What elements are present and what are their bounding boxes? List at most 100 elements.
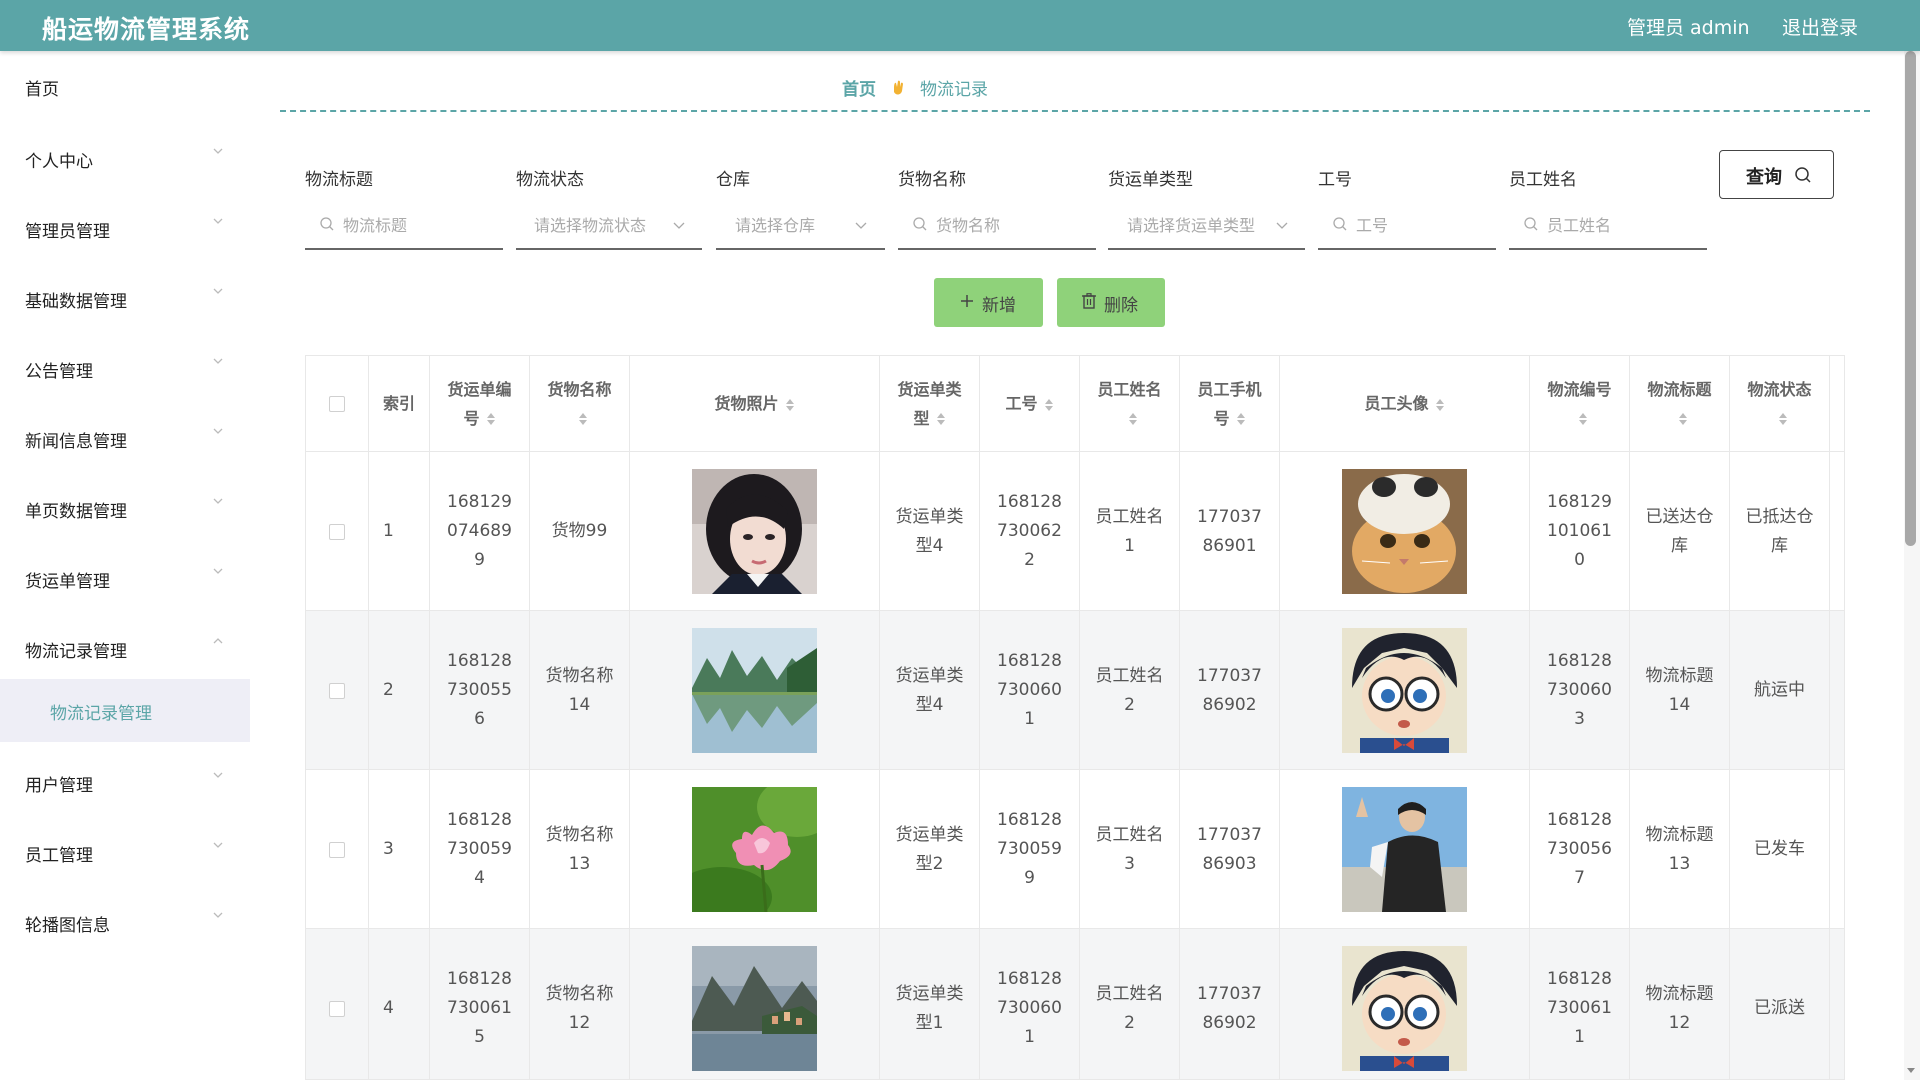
phone-cell: 17703786902 [1180, 929, 1280, 1079]
sidebar-item-notices[interactable]: 公告管理 [0, 347, 250, 387]
header-order-no[interactable]: 货运单编号 [430, 356, 530, 452]
logistics-no-cell: 1681287300611 [1530, 929, 1630, 1079]
header-logistics-no[interactable]: 物流编号 [1530, 356, 1630, 452]
emp-name-search-input[interactable]: 员工姓名 [1509, 208, 1707, 250]
sidebar-item-basic-data[interactable]: 基础数据管理 [0, 277, 250, 317]
delete-button[interactable]: 删除 [1057, 278, 1165, 327]
sort-icon [1678, 413, 1687, 425]
search-icon [1524, 217, 1538, 231]
chevron-down-icon [213, 218, 223, 224]
filter-label-emp-name: 员工姓名 [1509, 170, 1577, 190]
query-button[interactable]: 查询 [1719, 150, 1834, 199]
header-title[interactable]: 物流标题 [1630, 356, 1730, 452]
emp-name-placeholder: 员工姓名 [1547, 216, 1612, 235]
sidebar-item-single-page[interactable]: 单页数据管理 [0, 487, 250, 527]
title-cell: 物流标题12 [1630, 929, 1730, 1079]
portrait-photo-image[interactable] [692, 469, 817, 594]
order-type-select[interactable]: 请选择货运单类型 [1108, 208, 1305, 250]
table-row: 1 1681290746899 货物99 货运单类型4 168128730062… [306, 452, 1844, 611]
cat-avatar-image[interactable] [1342, 469, 1467, 594]
warehouse-select[interactable]: 请选择仓库 [716, 208, 885, 250]
index-cell: 4 [369, 929, 430, 1079]
sidebar-item-label: 公告管理 [25, 362, 93, 382]
header-avatar[interactable]: 员工头像 [1280, 356, 1530, 452]
chevron-down-icon [213, 148, 223, 154]
scroll-down-arrow-icon[interactable] [1906, 1065, 1916, 1075]
sort-icon [936, 413, 945, 425]
header-goods[interactable]: 货物名称 [530, 356, 630, 452]
header-order-type[interactable]: 货运单类型 [880, 356, 980, 452]
row-checkbox[interactable] [329, 1000, 345, 1017]
select-all-checkbox[interactable] [329, 395, 345, 412]
table-row: 4 1681287300615 货物名称12 货运单类型1 1681287300… [306, 929, 1844, 1079]
row-select-cell [306, 929, 369, 1079]
header-status[interactable]: 物流状态 [1730, 356, 1830, 452]
cartoon-avatar-image[interactable] [1342, 946, 1467, 1071]
title-search-input[interactable]: 物流标题 [305, 208, 503, 250]
sidebar-item-label: 轮播图信息 [25, 916, 110, 936]
chevron-up-icon [213, 638, 223, 644]
filter-label-order-type: 货运单类型 [1108, 170, 1193, 190]
emp-name-cell: 员工姓名1 [1080, 452, 1180, 611]
sort-icon [1128, 413, 1137, 425]
title-cell: 物流标题13 [1630, 770, 1730, 929]
chevron-down-icon [213, 498, 223, 504]
header-emp-name[interactable]: 员工姓名 [1080, 356, 1180, 452]
sidebar-item-carousel[interactable]: 轮播图信息 [0, 901, 250, 941]
status-cell: 已派送 [1730, 929, 1830, 1079]
title-placeholder: 物流标题 [343, 216, 408, 235]
status-select[interactable]: 请选择物流状态 [516, 208, 702, 250]
search-icon [1795, 167, 1811, 183]
top-header: 船运物流管理系统 管理员 admin 退出登录 [0, 0, 1920, 51]
goods-search-input[interactable]: 货物名称 [898, 208, 1096, 250]
sidebar-item-freight-orders[interactable]: 货运单管理 [0, 557, 250, 597]
breadcrumb-current: 物流记录 [920, 80, 988, 100]
search-icon [1333, 217, 1347, 231]
plus-icon [961, 295, 973, 307]
dashed-divider [280, 110, 1870, 112]
header-job-no[interactable]: 工号 [980, 356, 1080, 452]
cartoon-avatar-image[interactable] [1342, 628, 1467, 753]
goods-cell: 货物名称12 [530, 929, 630, 1079]
sidebar-item-employees[interactable]: 员工管理 [0, 831, 250, 871]
village-photo-image[interactable] [692, 946, 817, 1071]
sidebar-item-news[interactable]: 新闻信息管理 [0, 417, 250, 457]
row-checkbox[interactable] [329, 682, 345, 699]
order-no-cell: 1681287300615 [430, 929, 530, 1079]
person-avatar-image[interactable] [1342, 787, 1467, 912]
header-phone[interactable]: 员工手机号 [1180, 356, 1280, 452]
row-checkbox[interactable] [329, 841, 345, 858]
search-icon [913, 217, 927, 231]
sidebar-item-profile[interactable]: 个人中心 [0, 137, 250, 177]
breadcrumb-home[interactable]: 首页 [842, 75, 876, 100]
chevron-down-icon [213, 568, 223, 574]
sidebar-item-home[interactable]: 首页 [0, 65, 250, 105]
chevron-down-icon [213, 772, 223, 778]
sidebar-subitem-label: 物流记录管理 [50, 704, 152, 724]
sidebar-item-admins[interactable]: 管理员管理 [0, 207, 250, 247]
header-photo[interactable]: 货物照片 [630, 356, 880, 452]
row-select-cell [306, 770, 369, 929]
sort-icon [1578, 413, 1587, 425]
sidebar-subitem-logistics-records[interactable]: 物流记录管理 [0, 679, 250, 742]
row-select-cell [306, 452, 369, 611]
sidebar-item-logistics[interactable]: 物流记录管理 [0, 627, 250, 667]
row-checkbox[interactable] [329, 523, 345, 540]
add-button[interactable]: 新增 [934, 278, 1043, 327]
order-type-placeholder: 请选择货运单类型 [1127, 216, 1256, 235]
lotus-photo-image[interactable] [692, 787, 817, 912]
job-no-search-input[interactable]: 工号 [1318, 208, 1496, 250]
emp-name-cell: 员工姓名2 [1080, 611, 1180, 770]
sidebar-item-label: 首页 [25, 80, 59, 100]
order-type-cell: 货运单类型4 [880, 452, 980, 611]
lake-mountains-photo-image[interactable] [692, 628, 817, 753]
job-no-cell: 1681287300622 [980, 452, 1080, 611]
add-button-label: 新增 [982, 296, 1016, 316]
logout-link[interactable]: 退出登录 [1782, 13, 1858, 40]
logistics-no-cell: 1681287300567 [1530, 770, 1630, 929]
status-cell: 已发车 [1730, 770, 1830, 929]
logistics-no-cell: 1681287300603 [1530, 611, 1630, 770]
sidebar-item-label: 新闻信息管理 [25, 432, 127, 452]
page-scrollbar-thumb[interactable] [1905, 51, 1916, 546]
sidebar-item-users[interactable]: 用户管理 [0, 761, 250, 801]
